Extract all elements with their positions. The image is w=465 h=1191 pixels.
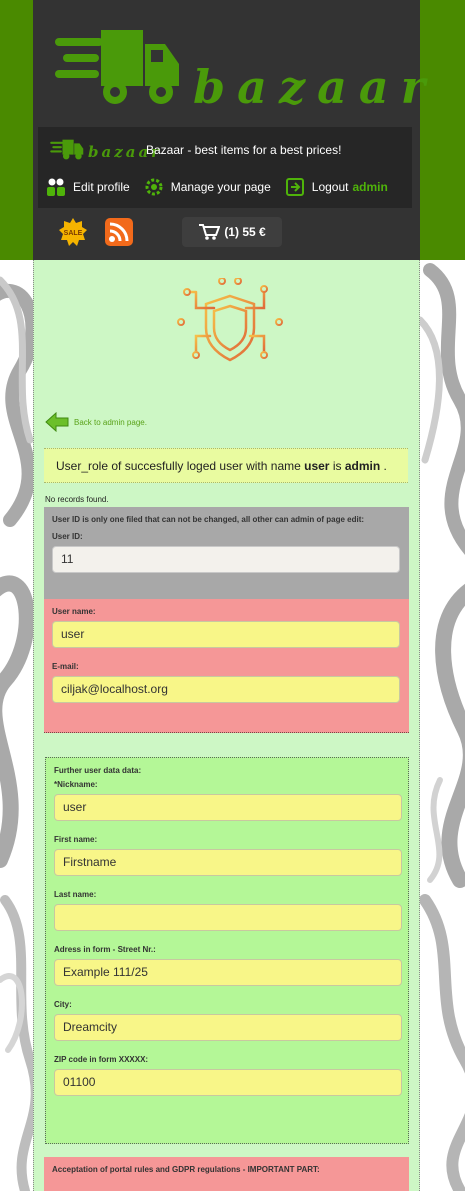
user-id-label: User ID: <box>52 532 83 541</box>
logout-link[interactable]: Logout admin <box>285 177 388 197</box>
no-records-text: No records found. <box>45 495 109 504</box>
manage-page-label: Manage your page <box>170 180 271 194</box>
lastname-label: Last name: <box>54 890 97 899</box>
edit-profile-link[interactable]: Edit profile <box>46 177 130 197</box>
logout-label: Logout <box>311 180 349 194</box>
city-field[interactable]: Dreamcity <box>54 1014 402 1041</box>
logo-text: bazaar <box>193 60 437 114</box>
main-content: Back to admin page. User_role of succesf… <box>33 260 420 1191</box>
zip-field[interactable]: 01100 <box>54 1069 402 1096</box>
edit-profile-label: Edit profile <box>73 180 130 194</box>
user-id-note: User ID is only one filed that can not b… <box>52 515 365 524</box>
users-icon <box>47 178 65 196</box>
logout-icon <box>285 178 304 196</box>
info-suffix: . <box>383 459 387 473</box>
manage-page-link[interactable]: Manage your page <box>144 177 271 197</box>
user-id-field: 11 <box>52 546 400 573</box>
firstname-label: First name: <box>54 835 98 844</box>
back-to-admin-link[interactable]: Back to admin page. <box>45 412 147 432</box>
info-mid: is <box>332 459 342 473</box>
svg-text:SALE: SALE <box>64 230 83 237</box>
mini-truck-icon <box>50 139 84 160</box>
further-data-panel: Further user data data: *Nickname: user … <box>45 757 409 1144</box>
city-label: City: <box>54 1000 72 1009</box>
back-link-label: Back to admin page. <box>74 417 147 427</box>
address-label: Adress in form - Street Nr.: <box>54 945 156 954</box>
email-label: E-mail: <box>52 662 79 671</box>
info-username: user <box>304 459 330 473</box>
logged-user-name: admin <box>352 180 388 194</box>
page-wrapper: bazaar bazaar Bazaar - best items for a … <box>33 0 425 1191</box>
header-actions: SALE (1) 55 € <box>58 217 282 247</box>
gear-icon <box>145 178 163 196</box>
cart-button[interactable]: (1) 55 € <box>182 217 282 247</box>
sale-badge-icon[interactable]: SALE <box>58 217 88 247</box>
rules-heading: Acceptation of portal rules and GDPR reg… <box>52 1165 320 1174</box>
info-prefix: User_role of succesfully loged user with… <box>56 459 301 473</box>
user-nav: Edit profile Manage your page Logout adm… <box>46 177 402 197</box>
site-slogan: Bazaar - best items for a best prices! <box>146 143 342 157</box>
info-role: admin <box>344 459 381 473</box>
shopping-cart-icon <box>199 224 221 240</box>
site-logo[interactable]: bazaar <box>53 20 425 115</box>
lastname-field[interactable] <box>54 904 402 931</box>
username-field[interactable]: user <box>52 621 400 648</box>
back-arrow-icon <box>45 412 69 432</box>
header-subbar: bazaar Bazaar - best items for a best pr… <box>38 127 412 208</box>
address-field[interactable]: Example 111/25 <box>54 959 402 986</box>
nickname-label: *Nickname: <box>54 780 98 789</box>
nickname-field[interactable]: user <box>54 794 402 821</box>
security-shield-icon <box>177 278 283 362</box>
account-panel: User name: user E-mail: ciljak@localhost… <box>44 599 409 733</box>
zip-label: ZIP code in form XXXXX: <box>54 1055 149 1064</box>
firstname-field[interactable]: Firstname <box>54 849 402 876</box>
delivery-truck-icon <box>55 30 179 104</box>
email-field[interactable]: ciljak@localhost.org <box>52 676 400 703</box>
rules-panel: Acceptation of portal rules and GDPR reg… <box>44 1157 409 1191</box>
username-label: User name: <box>52 607 96 616</box>
user-role-info: User_role of succesfully loged user with… <box>44 448 408 483</box>
site-header: bazaar bazaar Bazaar - best items for a … <box>33 0 425 260</box>
cart-summary: (1) 55 € <box>224 225 266 239</box>
user-id-panel: User ID is only one filed that can not b… <box>44 507 409 599</box>
further-data-heading: Further user data data: <box>54 766 142 775</box>
mini-logo[interactable]: bazaar <box>48 137 159 163</box>
rss-icon[interactable] <box>104 217 134 247</box>
